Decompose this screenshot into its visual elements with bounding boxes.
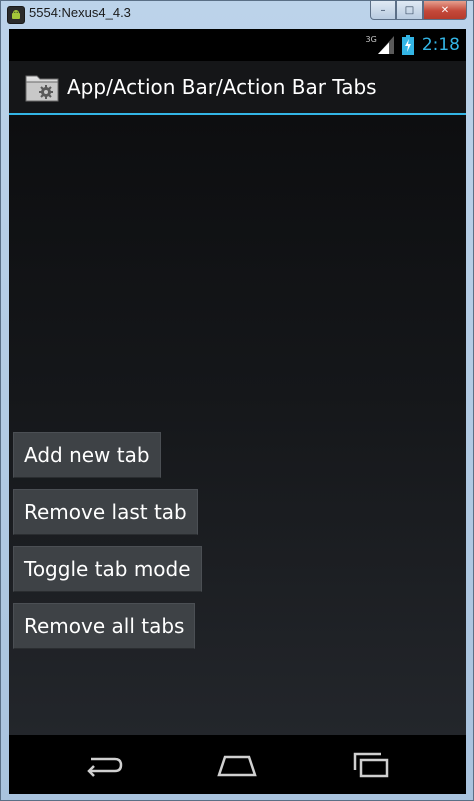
window-titlebar[interactable]: 5554:Nexus4_4.3 – □ ✕: [1, 1, 473, 29]
window-title: 5554:Nexus4_4.3: [29, 5, 131, 20]
recents-icon[interactable]: [349, 751, 393, 779]
action-bar-title: App/Action Bar/Action Bar Tabs: [67, 75, 377, 99]
status-clock: 2:18: [421, 35, 460, 55]
device-screen: 3G 2:18 App/Action Bar/Action Bar Tabs A…: [9, 29, 466, 794]
emulator-window: 5554:Nexus4_4.3 – □ ✕ 3G 2:18 App/Action…: [0, 0, 474, 801]
window-controls: – □ ✕: [370, 1, 467, 21]
android-emulator-icon: [7, 6, 25, 24]
navigation-bar: [9, 735, 466, 794]
action-bar: App/Action Bar/Action Bar Tabs: [9, 61, 466, 115]
back-icon[interactable]: [81, 751, 125, 779]
content-area: Add new tab Remove last tab Toggle tab m…: [9, 115, 466, 735]
network-type-label: 3G: [365, 34, 377, 44]
folder-gear-icon[interactable]: [25, 72, 59, 102]
remove-last-tab-button[interactable]: Remove last tab: [13, 489, 198, 535]
home-icon[interactable]: [215, 751, 259, 779]
remove-all-tabs-button[interactable]: Remove all tabs: [13, 603, 196, 649]
status-bar: 3G 2:18: [9, 29, 466, 61]
battery-charging-icon: [401, 35, 414, 55]
minimize-button[interactable]: –: [370, 1, 396, 20]
add-new-tab-button[interactable]: Add new tab: [13, 432, 161, 478]
toggle-tab-mode-button[interactable]: Toggle tab mode: [13, 546, 202, 592]
maximize-button[interactable]: □: [396, 1, 423, 20]
status-icons: 3G 2:18: [366, 32, 460, 58]
close-button[interactable]: ✕: [423, 1, 467, 20]
signal-icon: [377, 36, 394, 54]
